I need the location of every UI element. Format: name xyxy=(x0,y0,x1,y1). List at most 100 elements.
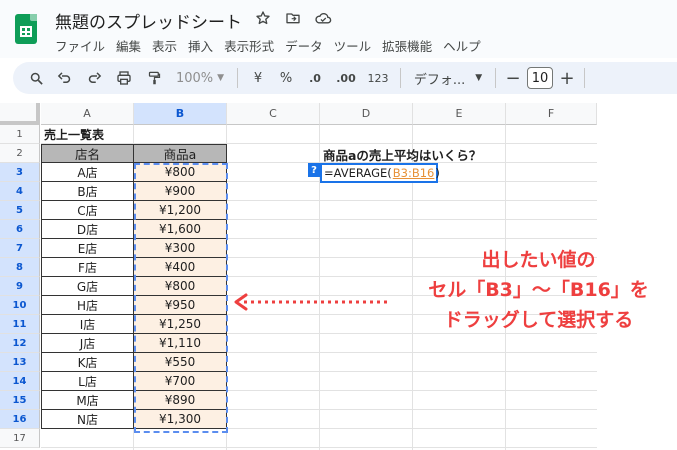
row-header-7[interactable]: 7 xyxy=(0,239,40,258)
star-icon[interactable] xyxy=(254,9,272,27)
cell-price[interactable]: ¥550 xyxy=(134,353,227,372)
formula-suffix: ) xyxy=(435,166,440,180)
menu-view[interactable]: 表示 xyxy=(152,36,177,55)
column-header-d[interactable]: D xyxy=(320,103,413,125)
toolbar-divider xyxy=(400,68,401,88)
cell-store-name[interactable]: J店 xyxy=(41,334,134,353)
cell-store-name[interactable]: A店 xyxy=(41,163,134,182)
cell-store-name[interactable]: B店 xyxy=(41,182,134,201)
font-family-value: デフォ... xyxy=(413,72,466,88)
move-to-folder-icon[interactable] xyxy=(284,9,302,27)
column-header-b[interactable]: B xyxy=(134,103,227,125)
cell-store-name[interactable]: L店 xyxy=(41,372,134,391)
paint-format-icon[interactable] xyxy=(139,66,169,90)
column-header-a[interactable]: A xyxy=(41,103,134,125)
cell-price[interactable]: ¥1,300 xyxy=(134,410,227,429)
row-header-15[interactable]: 15 xyxy=(0,391,40,410)
increase-font-size-button[interactable]: + xyxy=(556,66,578,90)
row-header-1[interactable]: 1 xyxy=(0,125,40,144)
menu-data[interactable]: データ xyxy=(285,36,323,55)
formula-prefix: =AVERAGE( xyxy=(324,166,392,180)
cell-store-name[interactable]: H店 xyxy=(41,296,134,315)
cell-price[interactable]: ¥890 xyxy=(134,391,227,410)
font-size-value[interactable]: 10 xyxy=(527,67,553,89)
menu-edit[interactable]: 編集 xyxy=(116,36,141,55)
zoom-select[interactable]: 100% ▼ xyxy=(169,66,231,90)
annotation-line-2: セル「B3」〜「B16」を xyxy=(428,279,649,301)
row-header-5[interactable]: 5 xyxy=(0,201,40,220)
cell-store-name[interactable]: C店 xyxy=(41,201,134,220)
menu-tools[interactable]: ツール xyxy=(334,36,372,55)
cell-store-name[interactable]: F店 xyxy=(41,258,134,277)
row-header-13[interactable]: 13 xyxy=(0,353,40,372)
cell-price[interactable]: ¥700 xyxy=(134,372,227,391)
currency-format-button[interactable]: ¥ xyxy=(244,66,272,90)
row-header-12[interactable]: 12 xyxy=(0,334,40,353)
cell-price[interactable]: ¥1,250 xyxy=(134,315,227,334)
column-header-c[interactable]: C xyxy=(227,103,320,125)
cell-store-name[interactable]: N店 xyxy=(41,410,134,429)
cell-store-name[interactable]: K店 xyxy=(41,353,134,372)
row-header-9[interactable]: 9 xyxy=(0,277,40,296)
cell-d2-question[interactable]: 商品aの売上平均はいくら？ xyxy=(323,145,481,164)
row-header-6[interactable]: 6 xyxy=(0,220,40,239)
cell-price[interactable]: ¥1,600 xyxy=(134,220,227,239)
row-header-16[interactable]: 16 xyxy=(0,410,40,429)
cell-store-name[interactable]: I店 xyxy=(41,315,134,334)
menu-format[interactable]: 表示形式 xyxy=(224,36,274,55)
cell-a2-header-store[interactable]: 店名 xyxy=(41,144,134,163)
row-header-8[interactable]: 8 xyxy=(0,258,40,277)
row-header-3[interactable]: 3 xyxy=(0,163,40,182)
decrease-decimal-label: .0 xyxy=(309,71,321,85)
cell-store-name[interactable]: E店 xyxy=(41,239,134,258)
decrease-decimal-button[interactable]: .0 xyxy=(300,66,330,90)
menu-extensions[interactable]: 拡張機能 xyxy=(382,36,432,55)
decrease-font-size-button[interactable]: − xyxy=(502,66,524,90)
row-header-4[interactable]: 4 xyxy=(0,182,40,201)
cell-price[interactable]: ¥800 xyxy=(134,277,227,296)
cell-price[interactable]: ¥950 xyxy=(134,296,227,315)
increase-decimal-label: .00 xyxy=(336,71,356,85)
percent-format-button[interactable]: % xyxy=(272,66,300,90)
cloud-saved-icon[interactable] xyxy=(314,9,332,27)
row-header-10[interactable]: 10 xyxy=(0,296,40,315)
redo-icon[interactable] xyxy=(79,66,109,90)
cell-d3-formula-editor[interactable]: =AVERAGE(B3:B16) xyxy=(320,163,440,183)
font-size-field[interactable]: 10 xyxy=(524,66,556,90)
font-family-select[interactable]: デフォ... ▼ xyxy=(407,66,489,90)
annotation-line-3: ドラッグして選択する xyxy=(443,309,634,331)
column-header-e[interactable]: E xyxy=(413,103,506,125)
row-header-14[interactable]: 14 xyxy=(0,372,40,391)
select-all-corner[interactable] xyxy=(0,103,40,125)
cell-store-name[interactable]: G店 xyxy=(41,277,134,296)
menu-insert[interactable]: 挿入 xyxy=(188,36,213,55)
sheets-logo-icon[interactable] xyxy=(15,14,37,44)
cell-price[interactable]: ¥300 xyxy=(134,239,227,258)
formula-range-reference: B3:B16 xyxy=(392,166,435,180)
cell-price[interactable]: ¥1,110 xyxy=(134,334,227,353)
search-icon[interactable] xyxy=(23,66,49,90)
cell-store-name[interactable]: M店 xyxy=(41,391,134,410)
row-header-17[interactable]: 17 xyxy=(0,429,40,448)
document-title[interactable]: 無題のスプレッドシート xyxy=(55,8,242,33)
column-header-f[interactable]: F xyxy=(506,103,597,125)
cell-price[interactable]: ¥900 xyxy=(134,182,227,201)
cell-b2-header-product[interactable]: 商品a xyxy=(133,144,227,163)
cell-store-name[interactable]: D店 xyxy=(41,220,134,239)
menu-bar: ファイル 編集 表示 挿入 表示形式 データ ツール 拡張機能 ヘルプ xyxy=(55,36,481,55)
undo-icon[interactable] xyxy=(49,66,79,90)
menu-file[interactable]: ファイル xyxy=(55,36,105,55)
print-icon[interactable] xyxy=(109,66,139,90)
more-formats-button[interactable]: 123 xyxy=(362,66,394,90)
row-header-2[interactable]: 2 xyxy=(0,144,40,163)
formula-help-icon[interactable]: ? xyxy=(308,163,320,177)
cell-price[interactable]: ¥1,200 xyxy=(134,201,227,220)
row-header-11[interactable]: 11 xyxy=(0,315,40,334)
menu-help[interactable]: ヘルプ xyxy=(443,36,481,55)
cell-price[interactable]: ¥400 xyxy=(134,258,227,277)
cell-a1-title[interactable]: 売上一覧表 xyxy=(41,125,134,144)
cell-price[interactable]: ¥800 xyxy=(134,163,227,182)
zoom-value: 100% xyxy=(175,70,214,86)
increase-decimal-button[interactable]: .00 xyxy=(330,66,362,90)
chevron-down-icon: ▼ xyxy=(475,73,483,83)
